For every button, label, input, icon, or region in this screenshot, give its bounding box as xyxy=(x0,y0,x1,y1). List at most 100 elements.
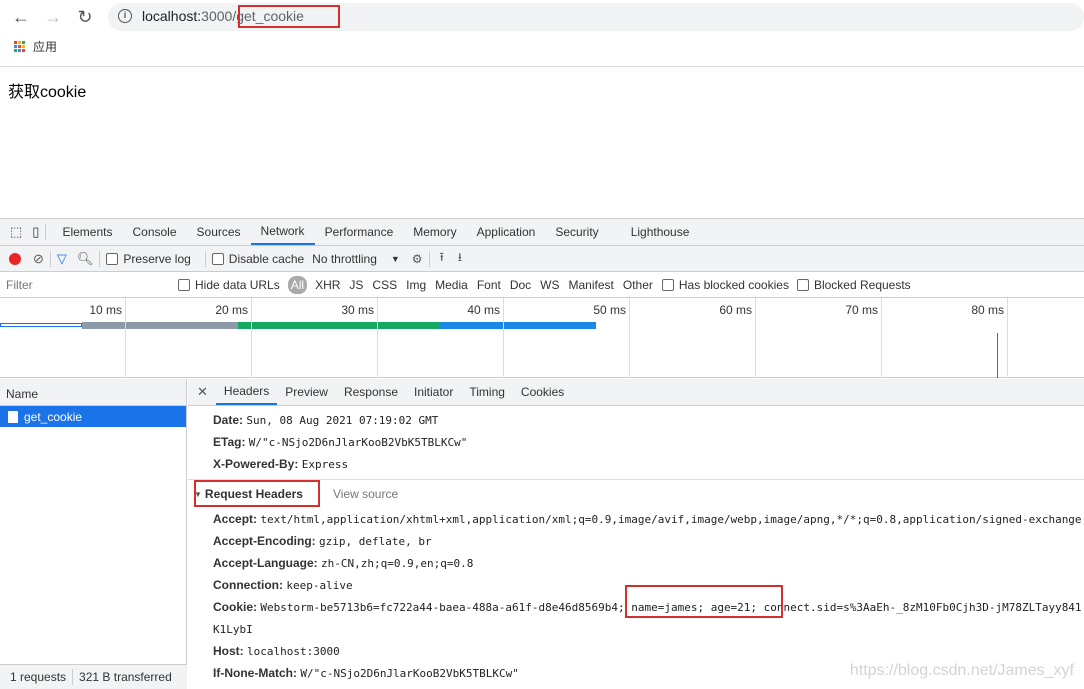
device-toolbar-icon[interactable]: ▯ xyxy=(32,224,39,240)
timeline-tick-label: 70 ms xyxy=(845,303,878,317)
view-source-link[interactable]: View source xyxy=(333,487,398,501)
tab-elements[interactable]: Elements xyxy=(52,219,122,245)
request-header-row: Accept-Encoding: gzip, deflate, br xyxy=(213,534,432,548)
network-conditions-icon[interactable]: ⚙ xyxy=(412,252,423,266)
filter-type-all[interactable]: All xyxy=(287,275,308,294)
filter-type-img[interactable]: Img xyxy=(406,278,426,292)
divider xyxy=(0,66,1084,67)
filter-type-media[interactable]: Media xyxy=(435,278,468,292)
detail-tab-response[interactable]: Response xyxy=(336,379,406,405)
timeline-gridline xyxy=(251,298,252,378)
filter-input[interactable] xyxy=(2,274,166,295)
status-bar: 1 requests 321 B transferred xyxy=(0,664,187,689)
header-name: Host: xyxy=(213,644,244,658)
request-list: Name get_cookie 1 requests 321 B transfer… xyxy=(0,379,187,689)
timeline-bar-download xyxy=(440,322,596,329)
close-icon[interactable]: ✕ xyxy=(197,384,208,400)
detail-tab-initiator[interactable]: Initiator xyxy=(406,379,461,405)
request-header-row: Accept: text/html,application/xhtml+xml,… xyxy=(213,512,1084,526)
devtools: ⬚ ▯ Elements Console Sources Network Perform… xyxy=(0,218,1084,689)
header-value: W/"c-NSjo2D6nJlarKooB2VbK5TBLKCw" xyxy=(248,436,468,449)
timeline-tick-label: 20 ms xyxy=(215,303,248,317)
filter-type-ws[interactable]: WS xyxy=(540,278,559,292)
header-value: keep-alive xyxy=(286,579,353,592)
request-headers-highlight xyxy=(194,480,320,507)
network-toolbar: ⊘ ▽ 🔍︎ Preserve log Disable cache No thr… xyxy=(0,246,1084,272)
preserve-log-checkbox[interactable]: Preserve log xyxy=(106,252,191,266)
timeline-bar-stalled xyxy=(82,322,238,329)
transferred-size: 321 B transferred xyxy=(79,670,172,684)
timeline-gridline xyxy=(503,298,504,378)
header-name: ETag: xyxy=(213,435,246,449)
inspect-icon[interactable]: ⬚ xyxy=(10,224,22,240)
tab-security[interactable]: Security xyxy=(545,219,608,245)
filter-bar: Hide data URLs All XHR JS CSS Img Media Font Do… xyxy=(0,272,1084,298)
detail-tab-cookies[interactable]: Cookies xyxy=(513,379,572,405)
timeline-gridline xyxy=(377,298,378,378)
timeline-bar-waiting xyxy=(238,322,440,329)
filter-type-doc[interactable]: Doc xyxy=(510,278,531,292)
header-name: If-None-Match: xyxy=(213,666,297,680)
disable-cache-checkbox[interactable]: Disable cache xyxy=(211,252,304,266)
hide-data-urls-checkbox[interactable]: Hide data URLs xyxy=(178,278,280,292)
detail-tab-timing[interactable]: Timing xyxy=(461,379,513,405)
name-column-header[interactable]: Name xyxy=(0,379,186,406)
tab-console[interactable]: Console xyxy=(122,219,186,245)
load-event-line xyxy=(997,333,998,378)
tab-lighthouse[interactable]: Lighthouse xyxy=(621,219,700,245)
timeline-tick-label: 50 ms xyxy=(593,303,626,317)
header-name: Accept: xyxy=(213,512,258,526)
document-icon xyxy=(8,410,18,423)
import-har-icon[interactable]: ⭱ xyxy=(440,248,444,269)
timeline-gridline xyxy=(125,298,126,378)
blocked-requests-checkbox[interactable]: Blocked Requests xyxy=(796,278,911,292)
header-value: zh-CN,zh;q=0.9,en;q=0.8 xyxy=(321,557,474,570)
request-header-row: If-None-Match: W/"c-NSjo2D6nJlarKooB2VbK… xyxy=(213,666,519,680)
throttling-select[interactable]: No throttling ▼ xyxy=(312,252,400,266)
reload-icon[interactable]: ↻ xyxy=(74,6,96,28)
export-har-icon[interactable]: ⭳ xyxy=(458,248,462,269)
forward-icon[interactable]: → xyxy=(42,6,64,28)
browser-toolbar: ← → ↻ i localhost:3000/get_cookie xyxy=(0,0,1084,34)
tab-performance[interactable]: Performance xyxy=(315,219,404,245)
info-icon[interactable]: i xyxy=(118,9,132,23)
timeline-gridline xyxy=(629,298,630,378)
filter-type-css[interactable]: CSS xyxy=(372,278,397,292)
timeline-tick-label: 60 ms xyxy=(719,303,752,317)
filter-type-other[interactable]: Other xyxy=(623,278,653,292)
header-value: W/"c-NSjo2D6nJlarKooB2VbK5TBLKCw" xyxy=(300,667,519,680)
section-divider xyxy=(188,479,1084,480)
tab-sources[interactable]: Sources xyxy=(187,219,251,245)
back-icon[interactable]: ← xyxy=(10,6,32,28)
tab-memory[interactable]: Memory xyxy=(403,219,466,245)
detail-tab-headers[interactable]: Headers xyxy=(215,379,278,405)
timeline-gridline xyxy=(755,298,756,378)
timeline-overview[interactable]: 10 ms 20 ms 30 ms 40 ms 50 ms 60 ms 70 ms 80 ms xyxy=(0,298,1084,378)
filter-type-xhr[interactable]: XHR xyxy=(315,278,340,292)
request-count: 1 requests xyxy=(10,670,67,684)
detail-tab-preview[interactable]: Preview xyxy=(277,379,336,405)
tab-application[interactable]: Application xyxy=(467,219,546,245)
timeline-tick-label: 30 ms xyxy=(341,303,374,317)
filter-type-font[interactable]: Font xyxy=(477,278,501,292)
header-value: K1LybI xyxy=(213,623,253,636)
header-name: Date: xyxy=(213,413,244,427)
tab-network[interactable]: Network xyxy=(250,219,315,245)
request-row[interactable]: get_cookie xyxy=(0,406,186,427)
clear-icon[interactable]: ⊘ xyxy=(33,251,44,267)
header-value: Express xyxy=(301,458,349,471)
request-header-row: Host: localhost:3000 xyxy=(213,644,340,658)
bookmarks-apps[interactable]: 应用 xyxy=(14,38,57,55)
apps-icon xyxy=(14,41,25,52)
header-name: Accept-Encoding: xyxy=(213,534,316,548)
filter-type-manifest[interactable]: Manifest xyxy=(569,278,614,292)
timeline-tick-label: 80 ms xyxy=(971,303,1004,317)
has-blocked-cookies-checkbox[interactable]: Has blocked cookies xyxy=(661,278,789,292)
timeline-gridline xyxy=(881,298,882,378)
search-icon[interactable]: 🔍︎ xyxy=(77,251,94,267)
filter-type-js[interactable]: JS xyxy=(349,278,363,292)
filter-icon[interactable]: ▽ xyxy=(57,251,67,267)
request-details: ✕ Headers Preview Response Initiator Timing C… xyxy=(188,379,1084,689)
header-value: localhost:3000 xyxy=(247,645,340,658)
record-icon[interactable] xyxy=(9,252,21,265)
